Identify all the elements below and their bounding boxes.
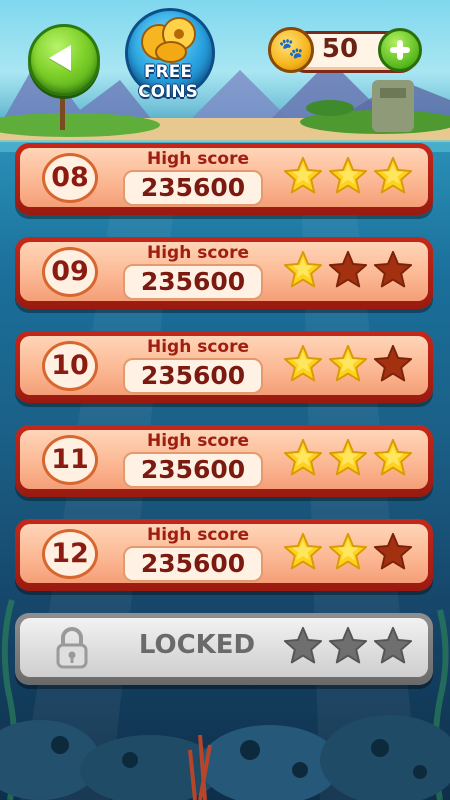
star-filled-icon (373, 156, 413, 194)
free-coins-button[interactable]: FREE COINS (123, 6, 215, 110)
high-score-label: High score (146, 431, 250, 451)
high-score-label: High score (146, 243, 250, 263)
star-rating (270, 531, 420, 575)
star-filled-icon (283, 532, 323, 570)
star-empty-icon (373, 250, 413, 288)
level-row-11[interactable]: 11 High score 235600 (15, 425, 433, 497)
back-button[interactable] (28, 24, 100, 96)
back-arrow-icon (49, 45, 71, 71)
level-row-09[interactable]: 09 High score 235600 (15, 237, 433, 309)
star-filled-icon (283, 344, 323, 382)
star-rating (270, 437, 420, 481)
level-number: 12 (51, 538, 89, 569)
level-number: 09 (51, 256, 89, 287)
star-rating (270, 343, 420, 387)
star-locked-icon (328, 626, 368, 664)
star-locked-icon (373, 626, 413, 664)
free-coins-label-line2: COINS (138, 82, 198, 102)
level-row-12[interactable]: 12 High score 235600 (15, 519, 433, 591)
high-score-value: 235600 (140, 267, 246, 296)
high-score-label: High score (146, 149, 250, 169)
star-filled-icon (328, 344, 368, 382)
star-rating (270, 625, 420, 669)
high-score-value: 235600 (140, 549, 246, 578)
star-empty-icon (373, 532, 413, 570)
star-filled-icon (328, 156, 368, 194)
star-empty-icon (373, 344, 413, 382)
locked-label: LOCKED (138, 630, 256, 660)
star-filled-icon (283, 250, 323, 288)
level-number: 08 (51, 162, 89, 193)
star-locked-icon (283, 626, 323, 664)
high-score-value: 235600 (140, 173, 246, 202)
free-coins-label-line1: FREE (144, 62, 192, 82)
level-row-10[interactable]: 10 High score 235600 (15, 331, 433, 403)
star-filled-icon (373, 438, 413, 476)
star-filled-icon (283, 438, 323, 476)
star-filled-icon (328, 438, 368, 476)
star-empty-icon (328, 250, 368, 288)
star-rating (270, 249, 420, 293)
high-score-value: 235600 (140, 361, 246, 390)
add-coins-button[interactable] (378, 28, 422, 72)
padlock-icon (56, 627, 88, 669)
coin-count: 50 (321, 34, 359, 64)
star-rating (270, 155, 420, 199)
high-score-value: 235600 (140, 455, 246, 484)
high-score-label: High score (146, 525, 250, 545)
star-filled-icon (283, 156, 323, 194)
level-number: 10 (51, 350, 89, 381)
level-row-08[interactable]: 08 High score 235600 (15, 143, 433, 215)
level-number: 11 (51, 444, 89, 475)
high-score-label: High score (146, 337, 250, 357)
star-filled-icon (328, 532, 368, 570)
level-row-locked: LOCKED (15, 613, 433, 685)
